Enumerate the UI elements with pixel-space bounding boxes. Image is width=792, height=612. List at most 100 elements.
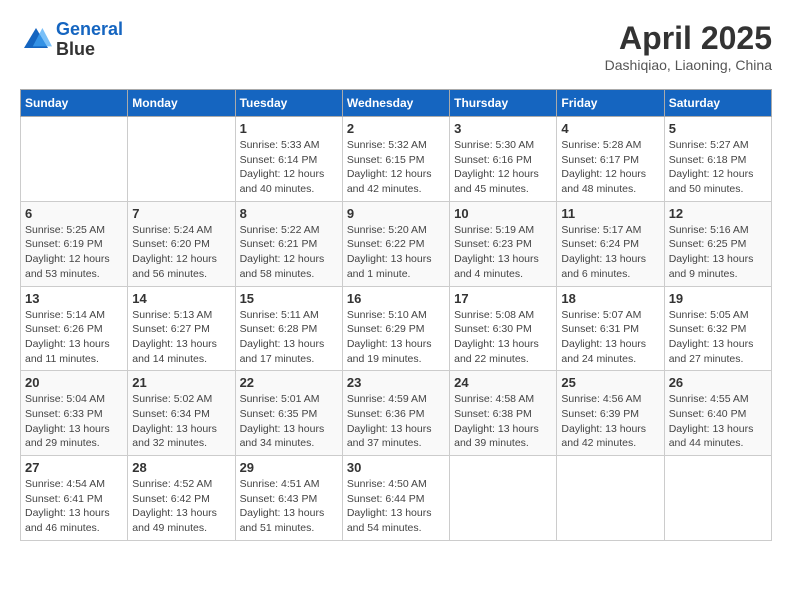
day-info: Sunrise: 5:11 AMSunset: 6:28 PMDaylight:… (240, 308, 338, 367)
day-of-week-header: Thursday (450, 90, 557, 117)
day-number: 21 (132, 375, 230, 390)
day-number: 3 (454, 121, 552, 136)
day-number: 26 (669, 375, 767, 390)
day-number: 7 (132, 206, 230, 221)
calendar-week-row: 20 Sunrise: 5:04 AMSunset: 6:33 PMDayligh… (21, 371, 772, 456)
day-number: 11 (561, 206, 659, 221)
calendar-table: SundayMondayTuesdayWednesdayThursdayFrid… (20, 89, 772, 541)
calendar-week-row: 13 Sunrise: 5:14 AMSunset: 6:26 PMDayligh… (21, 286, 772, 371)
day-number: 2 (347, 121, 445, 136)
calendar-day-cell: 26 Sunrise: 4:55 AMSunset: 6:40 PMDayligh… (664, 371, 771, 456)
day-number: 6 (25, 206, 123, 221)
day-info: Sunrise: 5:22 AMSunset: 6:21 PMDaylight:… (240, 223, 338, 282)
calendar-day-cell: 22Sunrise: 5:01 AMSunset: 6:35 PMDayligh… (235, 371, 342, 456)
calendar-day-cell (557, 456, 664, 541)
main-title: April 2025 (605, 20, 772, 57)
calendar-day-cell: 2Sunrise: 5:32 AMSunset: 6:15 PMDaylight… (342, 117, 449, 202)
day-info: Sunrise: 5:14 AMSunset: 6:26 PMDaylight:… (25, 308, 123, 367)
calendar-day-cell: 16Sunrise: 5:10 AMSunset: 6:29 PMDayligh… (342, 286, 449, 371)
day-info: Sunrise: 5:13 AMSunset: 6:27 PMDaylight:… (132, 308, 230, 367)
calendar-day-cell: 15 Sunrise: 5:11 AMSunset: 6:28 PMDayligh… (235, 286, 342, 371)
day-number: 17 (454, 291, 552, 306)
logo-text: General Blue (56, 20, 123, 60)
day-number: 1 (240, 121, 338, 136)
calendar-day-cell: 23Sunrise: 4:59 AMSunset: 6:36 PMDayligh… (342, 371, 449, 456)
calendar-day-cell: 9Sunrise: 5:20 AMSunset: 6:22 PMDaylight… (342, 201, 449, 286)
calendar-day-cell: 18 Sunrise: 5:07 AMSunset: 6:31 PMDayligh… (557, 286, 664, 371)
day-number: 12 (669, 206, 767, 221)
day-number: 27 (25, 460, 123, 475)
day-number: 14 (132, 291, 230, 306)
calendar-day-cell: 17 Sunrise: 5:08 AMSunset: 6:30 PMDayligh… (450, 286, 557, 371)
day-number: 19 (669, 291, 767, 306)
day-info: Sunrise: 5:07 AMSunset: 6:31 PMDaylight:… (561, 308, 659, 367)
day-info: Sunrise: 5:08 AMSunset: 6:30 PMDaylight:… (454, 308, 552, 367)
day-of-week-header: Sunday (21, 90, 128, 117)
day-info: Sunrise: 5:24 AMSunset: 6:20 PMDaylight:… (132, 223, 230, 282)
calendar-week-row: 1 Sunrise: 5:33 AMSunset: 6:14 PMDaylight… (21, 117, 772, 202)
page-header: General Blue April 2025 Dashiqiao, Liaon… (20, 20, 772, 73)
day-number: 30 (347, 460, 445, 475)
day-of-week-header: Saturday (664, 90, 771, 117)
calendar-week-row: 27Sunrise: 4:54 AMSunset: 6:41 PMDayligh… (21, 456, 772, 541)
day-info: Sunrise: 4:51 AMSunset: 6:43 PMDaylight:… (240, 477, 338, 536)
day-number: 13 (25, 291, 123, 306)
calendar-day-cell: 29 Sunrise: 4:51 AMSunset: 6:43 PMDayligh… (235, 456, 342, 541)
calendar-header: SundayMondayTuesdayWednesdayThursdayFrid… (21, 90, 772, 117)
day-info: Sunrise: 5:05 AMSunset: 6:32 PMDaylight:… (669, 308, 767, 367)
calendar-week-row: 6Sunrise: 5:25 AMSunset: 6:19 PMDaylight… (21, 201, 772, 286)
day-number: 24 (454, 375, 552, 390)
calendar-day-cell: 24 Sunrise: 4:58 AMSunset: 6:38 PMDayligh… (450, 371, 557, 456)
logo-line1: General (56, 19, 123, 39)
day-number: 20 (25, 375, 123, 390)
calendar-day-cell: 25Sunrise: 4:56 AMSunset: 6:39 PMDayligh… (557, 371, 664, 456)
day-info: Sunrise: 4:59 AMSunset: 6:36 PMDaylight:… (347, 392, 445, 451)
calendar-day-cell: 30 Sunrise: 4:50 AMSunset: 6:44 PMDayligh… (342, 456, 449, 541)
day-number: 29 (240, 460, 338, 475)
logo-icon (20, 24, 52, 56)
calendar-day-cell: 27Sunrise: 4:54 AMSunset: 6:41 PMDayligh… (21, 456, 128, 541)
calendar-day-cell: 14 Sunrise: 5:13 AMSunset: 6:27 PMDayligh… (128, 286, 235, 371)
day-info: Sunrise: 5:19 AMSunset: 6:23 PMDaylight:… (454, 223, 552, 282)
calendar-body: 1 Sunrise: 5:33 AMSunset: 6:14 PMDaylight… (21, 117, 772, 541)
calendar-day-cell: 11 Sunrise: 5:17 AMSunset: 6:24 PMDayligh… (557, 201, 664, 286)
day-of-week-header: Monday (128, 90, 235, 117)
calendar-day-cell: 20 Sunrise: 5:04 AMSunset: 6:33 PMDayligh… (21, 371, 128, 456)
calendar-day-cell: 6Sunrise: 5:25 AMSunset: 6:19 PMDaylight… (21, 201, 128, 286)
day-info: Sunrise: 4:52 AMSunset: 6:42 PMDaylight:… (132, 477, 230, 536)
calendar-day-cell: 19 Sunrise: 5:05 AMSunset: 6:32 PMDayligh… (664, 286, 771, 371)
day-of-week-header: Friday (557, 90, 664, 117)
day-number: 22 (240, 375, 338, 390)
day-info: Sunrise: 5:33 AMSunset: 6:14 PMDaylight:… (240, 138, 338, 197)
day-info: Sunrise: 5:17 AMSunset: 6:24 PMDaylight:… (561, 223, 659, 282)
day-info: Sunrise: 4:55 AMSunset: 6:40 PMDaylight:… (669, 392, 767, 451)
subtitle: Dashiqiao, Liaoning, China (605, 57, 772, 73)
day-info: Sunrise: 5:28 AMSunset: 6:17 PMDaylight:… (561, 138, 659, 197)
day-info: Sunrise: 5:30 AMSunset: 6:16 PMDaylight:… (454, 138, 552, 197)
day-of-week-header: Wednesday (342, 90, 449, 117)
day-of-week-header: Tuesday (235, 90, 342, 117)
calendar-day-cell: 28 Sunrise: 4:52 AMSunset: 6:42 PMDayligh… (128, 456, 235, 541)
day-info: Sunrise: 4:58 AMSunset: 6:38 PMDaylight:… (454, 392, 552, 451)
logo-line2: Blue (56, 39, 95, 59)
day-number: 5 (669, 121, 767, 136)
calendar-day-cell: 10 Sunrise: 5:19 AMSunset: 6:23 PMDayligh… (450, 201, 557, 286)
day-info: Sunrise: 5:04 AMSunset: 6:33 PMDaylight:… (25, 392, 123, 451)
logo: General Blue (20, 20, 123, 60)
day-number: 15 (240, 291, 338, 306)
day-number: 28 (132, 460, 230, 475)
day-number: 10 (454, 206, 552, 221)
calendar-day-cell: 21 Sunrise: 5:02 AMSunset: 6:34 PMDayligh… (128, 371, 235, 456)
day-info: Sunrise: 4:50 AMSunset: 6:44 PMDaylight:… (347, 477, 445, 536)
calendar-day-cell (664, 456, 771, 541)
calendar-day-cell: 5 Sunrise: 5:27 AMSunset: 6:18 PMDaylight… (664, 117, 771, 202)
day-info: Sunrise: 5:20 AMSunset: 6:22 PMDaylight:… (347, 223, 445, 282)
day-number: 25 (561, 375, 659, 390)
title-block: April 2025 Dashiqiao, Liaoning, China (605, 20, 772, 73)
day-info: Sunrise: 5:16 AMSunset: 6:25 PMDaylight:… (669, 223, 767, 282)
calendar-day-cell: 7 Sunrise: 5:24 AMSunset: 6:20 PMDaylight… (128, 201, 235, 286)
day-info: Sunrise: 5:27 AMSunset: 6:18 PMDaylight:… (669, 138, 767, 197)
day-number: 18 (561, 291, 659, 306)
day-number: 16 (347, 291, 445, 306)
day-info: Sunrise: 5:02 AMSunset: 6:34 PMDaylight:… (132, 392, 230, 451)
